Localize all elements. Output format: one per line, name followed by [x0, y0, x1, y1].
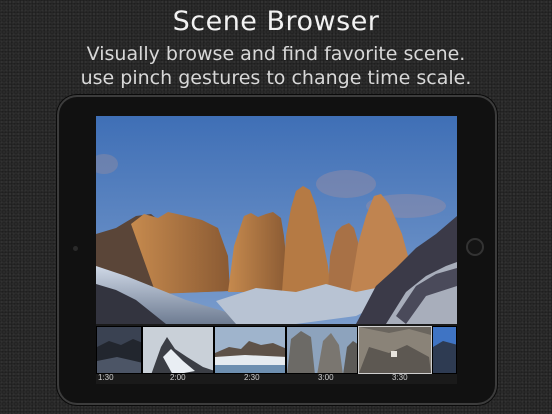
time-label: 1:30: [98, 373, 114, 382]
time-label: 2:00: [170, 373, 186, 382]
camera-icon: [73, 246, 78, 251]
subtitle-line-1: Visually browse and find favorite scene.: [86, 43, 466, 65]
page-title: Scene Browser: [172, 6, 380, 37]
time-label: 3:00: [318, 373, 334, 382]
thumbnail-selected[interactable]: [358, 326, 432, 374]
home-button[interactable]: [466, 238, 484, 256]
screen: 1:30 2:00 2:30 3:00 3:30: [96, 116, 457, 384]
thumbnail[interactable]: [432, 326, 457, 374]
subtitle-line-2: use pinch gestures to change time scale.: [80, 67, 472, 89]
time-label: 3:30: [392, 373, 408, 382]
tablet-device: 1:30 2:00 2:30 3:00 3:30: [59, 97, 495, 403]
thumbnail[interactable]: [142, 326, 214, 374]
thumbnail[interactable]: [96, 326, 142, 374]
filmstrip[interactable]: 1:30 2:00 2:30 3:00 3:30: [96, 324, 457, 384]
thumbnail[interactable]: [214, 326, 286, 374]
thumbnail[interactable]: [286, 326, 358, 374]
time-label: 2:30: [244, 373, 260, 382]
video-frame[interactable]: [96, 116, 457, 324]
